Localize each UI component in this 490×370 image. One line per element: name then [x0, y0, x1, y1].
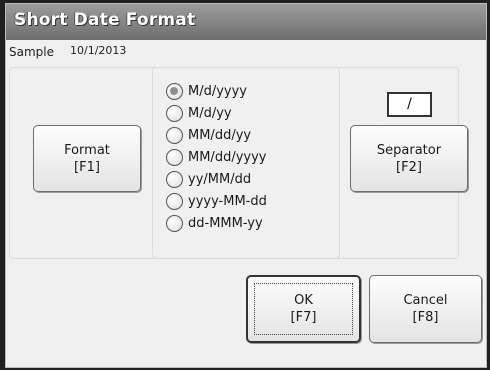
cancel-button[interactable]: Cancel [F8]: [369, 275, 482, 343]
separator-field[interactable]: /: [387, 92, 432, 117]
dialog-title: Short Date Format: [14, 10, 196, 30]
format-option-1[interactable]: M/d/yy: [166, 102, 336, 124]
radio-button[interactable]: [166, 148, 183, 166]
format-option-label: M/d/yy: [188, 105, 232, 121]
cancel-button-label: Cancel: [403, 293, 448, 308]
ok-button[interactable]: OK [F7]: [246, 275, 361, 343]
format-option-2[interactable]: MM/dd/yy: [166, 124, 336, 146]
format-option-6[interactable]: dd-MMM-yy: [166, 212, 336, 234]
format-option-5[interactable]: yyyy-MM-dd: [166, 190, 336, 212]
format-option-label: MM/dd/yy: [188, 127, 252, 143]
format-button[interactable]: Format [F1]: [33, 125, 141, 192]
format-button-key: [F1]: [74, 159, 100, 175]
ok-button-key: [F7]: [290, 310, 317, 325]
format-option-label: M/d/yyyy: [188, 83, 248, 99]
format-option-label: MM/dd/yyyy: [188, 149, 267, 165]
radio-button[interactable]: [166, 82, 183, 100]
radio-button[interactable]: [166, 104, 183, 122]
title-bar: Short Date Format: [6, 4, 486, 40]
format-button-label: Format: [64, 142, 110, 158]
radio-button[interactable]: [166, 192, 183, 210]
format-option-label: yyyy-MM-dd: [188, 193, 267, 209]
radio-button[interactable]: [166, 126, 183, 144]
format-option-label: dd-MMM-yy: [188, 215, 263, 231]
radio-button[interactable]: [166, 170, 183, 188]
format-radio-group: M/d/yyyy M/d/yy MM/dd/yy MM/dd/yyyy yy/M…: [166, 80, 336, 234]
format-option-3[interactable]: MM/dd/yyyy: [166, 146, 336, 168]
radio-button[interactable]: [166, 214, 183, 232]
sample-value: 10/1/2013: [70, 44, 127, 57]
cancel-button-key: [F8]: [412, 310, 439, 325]
sample-label: Sample: [9, 45, 54, 59]
ok-button-label: OK: [294, 293, 313, 308]
format-option-4[interactable]: yy/MM/dd: [166, 168, 336, 190]
separator-button-key: [F2]: [396, 159, 422, 175]
separator-button-label: Separator: [376, 142, 442, 158]
format-option-0[interactable]: M/d/yyyy: [166, 80, 336, 102]
separator-button[interactable]: Separator [F2]: [350, 125, 468, 192]
format-option-label: yy/MM/dd: [188, 171, 252, 187]
